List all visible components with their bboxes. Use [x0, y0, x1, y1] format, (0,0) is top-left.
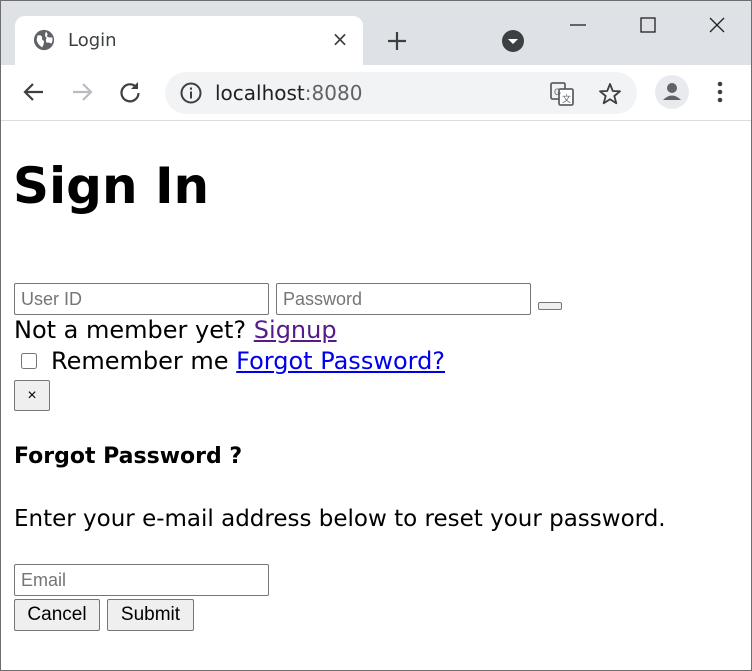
modal-close-button[interactable]: ×: [14, 380, 50, 411]
page-title: Sign In: [13, 157, 210, 215]
translate-icon[interactable]: G 文: [549, 81, 575, 107]
tab-strip: Login ×: [1, 1, 751, 65]
maximize-icon[interactable]: [636, 13, 660, 37]
globe-icon: [33, 29, 55, 51]
info-icon[interactable]: [179, 81, 203, 105]
page-content: Sign In Not a member yet? Signup Remembe…: [1, 121, 751, 670]
url-text: localhost:8080: [215, 81, 362, 105]
tab-login[interactable]: Login ×: [15, 16, 363, 65]
remember-label: Remember me: [51, 347, 229, 375]
address-bar[interactable]: localhost:8080 G 文: [165, 72, 637, 114]
userid-input[interactable]: [14, 283, 269, 315]
tab-title: Login: [68, 30, 117, 51]
star-icon[interactable]: [597, 81, 623, 107]
modal-instructions: Enter your e-mail address below to reset…: [14, 506, 666, 532]
back-icon[interactable]: [21, 79, 47, 105]
password-input[interactable]: [276, 283, 531, 315]
forward-icon[interactable]: [69, 79, 95, 105]
svg-text:文: 文: [562, 93, 571, 104]
modal-title: Forgot Password ?: [14, 444, 243, 469]
tab-close-icon[interactable]: ×: [329, 28, 351, 50]
svg-text:G: G: [554, 87, 561, 97]
close-window-icon[interactable]: [705, 13, 729, 37]
url-port: :8080: [304, 81, 363, 105]
login-submit-button[interactable]: [538, 302, 562, 310]
remember-checkbox[interactable]: [21, 353, 37, 369]
signup-link[interactable]: Signup: [254, 316, 337, 344]
profile-icon: [663, 83, 681, 100]
remember-line: Remember me Forgot Password?: [51, 347, 445, 375]
browser-window: Login × localhost:8080 G 文 Sign In User …: [0, 0, 752, 671]
new-tab-icon[interactable]: [381, 25, 413, 57]
minimize-icon[interactable]: [566, 13, 590, 37]
menu-icon[interactable]: [707, 79, 733, 105]
url-host: localhost: [215, 81, 305, 105]
member-prompt: Not a member yet?: [14, 316, 247, 344]
submit-button[interactable]: Submit: [107, 599, 194, 631]
tab-search-icon[interactable]: [501, 29, 525, 53]
forgot-password-link[interactable]: Forgot Password?: [236, 347, 445, 375]
browser-toolbar: localhost:8080 G 文: [1, 65, 751, 121]
reload-icon[interactable]: [117, 79, 143, 105]
cancel-button[interactable]: Cancel: [14, 599, 100, 631]
avatar[interactable]: [655, 75, 689, 109]
signup-line: Not a member yet? Signup: [14, 316, 337, 344]
email-input[interactable]: [14, 564, 269, 596]
